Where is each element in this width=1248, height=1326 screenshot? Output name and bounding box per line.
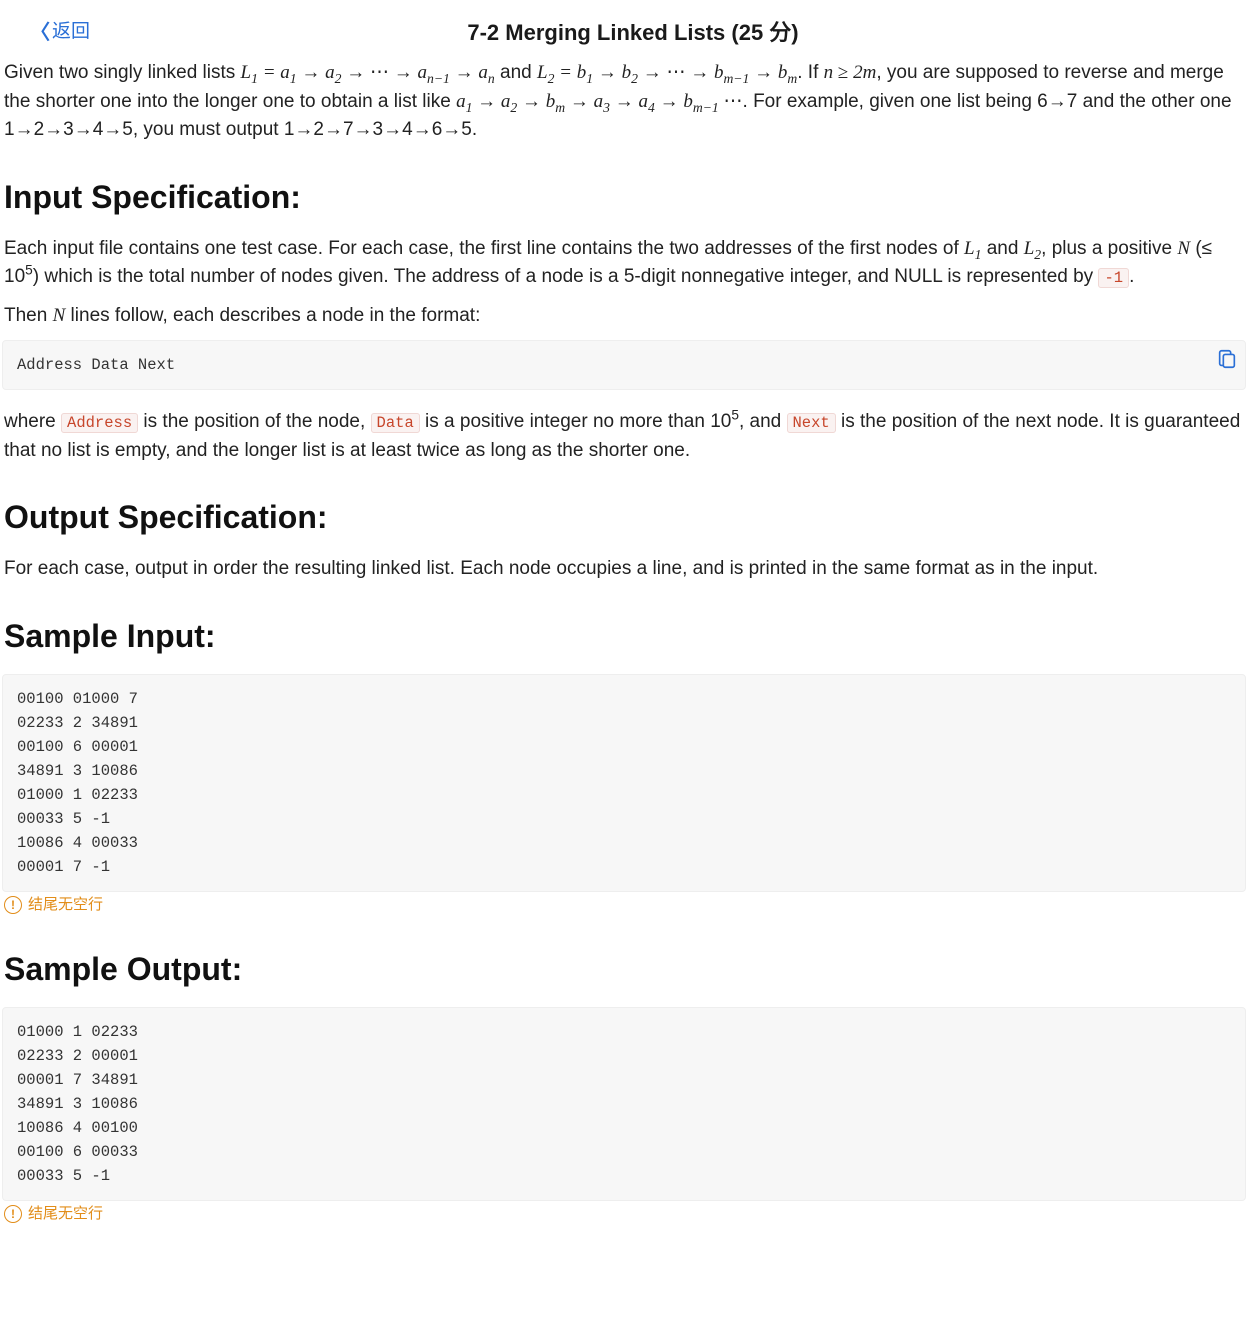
text: is the position of the node, [138, 411, 370, 432]
text: lines follow, each describes a node in t… [65, 305, 480, 326]
arrow: → [610, 91, 639, 112]
text: is a positive integer no more than 10 [420, 411, 732, 432]
sub: 1 [251, 71, 258, 86]
input-spec-p2: Then N lines follow, each describes a no… [2, 302, 1246, 331]
math: n [824, 62, 834, 83]
arrow: → [450, 62, 479, 83]
math: N [53, 305, 66, 326]
math: a [325, 62, 335, 83]
sub: 1 [290, 71, 297, 86]
arrow: → [749, 62, 778, 83]
sup: 5 [731, 408, 739, 423]
arrow: → [655, 91, 684, 112]
math: b [546, 91, 556, 112]
dots: → ⋯ → [638, 62, 714, 83]
math: = b [554, 62, 586, 83]
back-link[interactable]: 返回 [30, 18, 90, 48]
sample-input-heading: Sample Input: [4, 612, 1244, 660]
math: = a [258, 62, 290, 83]
text: and [981, 238, 1023, 259]
math: a [417, 62, 427, 83]
arrow: → [593, 62, 622, 83]
sub: m−1 [723, 71, 749, 86]
sub: m−1 [693, 99, 719, 114]
math: L [537, 62, 548, 83]
sub: m [787, 71, 797, 86]
geq: ≥ [833, 62, 853, 83]
text: , plus a positive [1041, 238, 1177, 259]
math: b [714, 62, 724, 83]
math: L [964, 238, 975, 259]
page-title: 7-2 Merging Linked Lists (25 分) [90, 16, 1176, 49]
clipboard-icon[interactable] [1216, 348, 1238, 370]
text: where [4, 411, 61, 432]
sample-input-block: 00100 01000 7 02233 2 34891 00100 6 0000… [2, 674, 1246, 917]
sample-output-block: 01000 1 02233 02233 2 00001 00001 7 3489… [2, 1007, 1246, 1226]
format-code-block: Address Data Next [2, 340, 1246, 390]
warning-note: 结尾无空行 [2, 892, 103, 917]
code-next: Next [787, 413, 836, 433]
input-spec-p3: where Address is the position of the nod… [2, 408, 1246, 465]
sub: n [488, 71, 495, 86]
sub: 4 [648, 99, 655, 114]
arrow: → [517, 91, 546, 112]
text: ) which is the total number of nodes giv… [33, 266, 1099, 287]
text: . If [797, 62, 823, 83]
text: Given two singly linked lists [4, 62, 241, 83]
input-spec-p1: Each input file contains one test case. … [2, 235, 1246, 292]
math: 2m [853, 62, 876, 83]
header-row: 返回 7-2 Merging Linked Lists (25 分) [2, 10, 1246, 59]
math: a [478, 62, 488, 83]
output-spec-p1: For each case, output in order the resul… [2, 555, 1246, 584]
code-address: Address [61, 413, 138, 433]
math: N [1177, 238, 1190, 259]
output-spec-heading: Output Specification: [4, 493, 1244, 541]
text: and [495, 62, 537, 83]
sub: 2 [631, 71, 638, 86]
sup: 5 [25, 263, 33, 278]
math: L [241, 62, 252, 83]
text: Each input file contains one test case. … [4, 238, 964, 259]
math: b [622, 62, 632, 83]
arrow: → [565, 91, 594, 112]
math: b [778, 62, 788, 83]
math: L [1024, 238, 1035, 259]
input-spec-heading: Input Specification: [4, 173, 1244, 221]
dots: → ⋯ → [341, 62, 417, 83]
code-data: Data [371, 413, 420, 433]
arrow: → [297, 62, 326, 83]
math: a [594, 91, 604, 112]
arrow: → [472, 91, 501, 112]
problem-description: Given two singly linked lists L1 = a1 → … [2, 59, 1246, 145]
text: , and [739, 411, 787, 432]
text: . [1129, 266, 1134, 287]
warning-note: 结尾无空行 [2, 1201, 103, 1226]
code-format: Address Data Next [2, 340, 1246, 390]
math: a [456, 91, 466, 112]
math: a [638, 91, 648, 112]
sub: m [555, 99, 565, 114]
text: Then [4, 305, 53, 326]
sample-input-code: 00100 01000 7 02233 2 34891 00100 6 0000… [2, 674, 1246, 892]
code-neg1: -1 [1098, 268, 1129, 288]
sample-output-heading: Sample Output: [4, 945, 1244, 993]
sub: 3 [603, 99, 610, 114]
sub: n−1 [427, 71, 450, 86]
dots: ⋯ [719, 91, 743, 112]
sample-output-code: 01000 1 02233 02233 2 00001 00001 7 3489… [2, 1007, 1246, 1201]
math: a [501, 91, 511, 112]
math: b [683, 91, 693, 112]
